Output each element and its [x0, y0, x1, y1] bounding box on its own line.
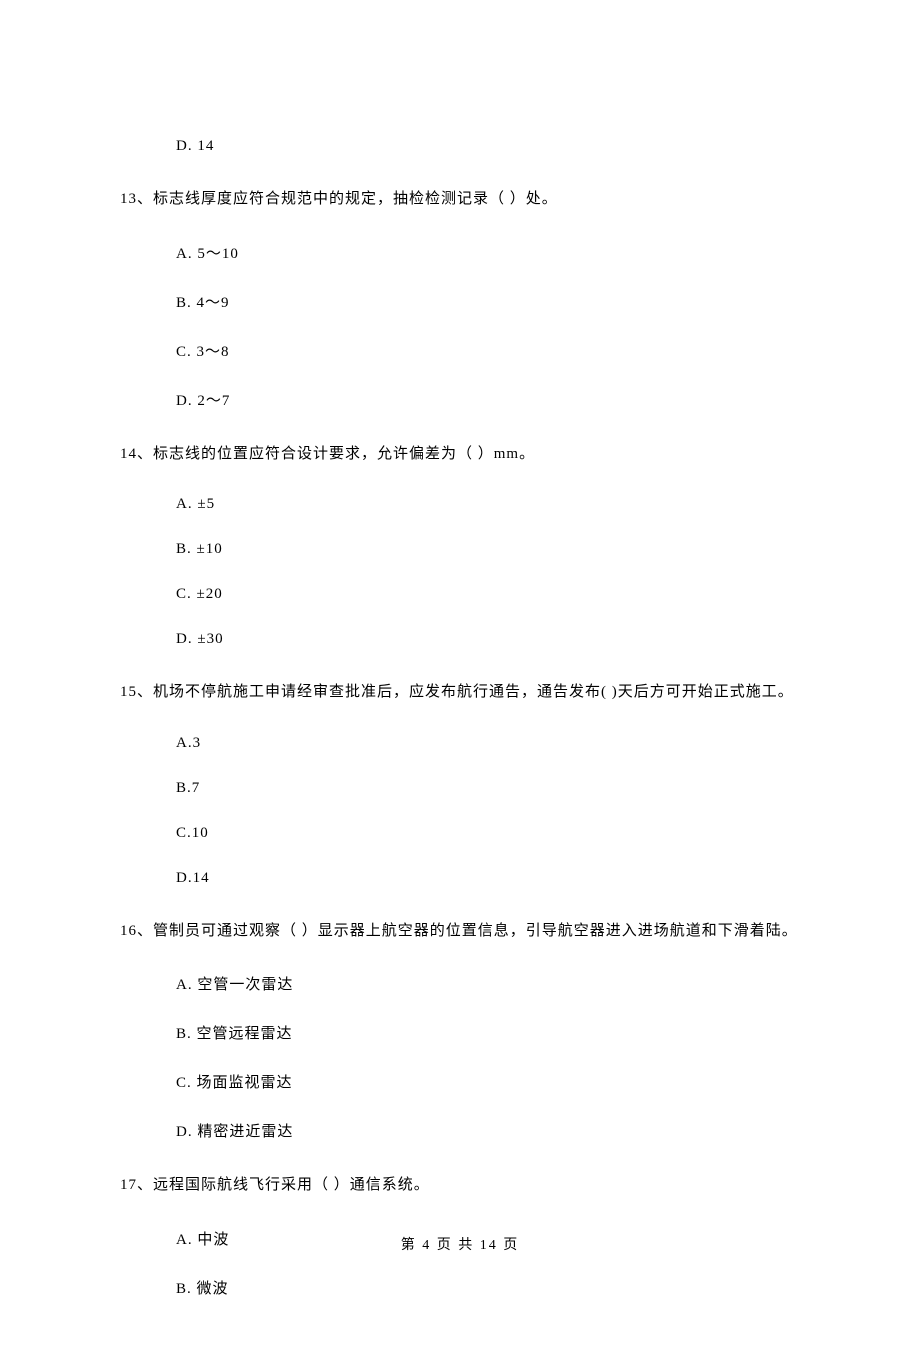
option-item: D. ±30	[176, 631, 800, 648]
option-item: D. 14	[176, 138, 800, 155]
option-item: A. 空管一次雷达	[176, 973, 800, 994]
option-item: B. 4～9	[176, 291, 800, 312]
option-item: B. 空管远程雷达	[176, 1022, 800, 1043]
option-item: B. 微波	[176, 1277, 800, 1298]
option-item: D. 精密进近雷达	[176, 1120, 800, 1141]
option-item: B. ±10	[176, 541, 800, 558]
option-item: B.7	[176, 780, 800, 797]
option-item: C. 3～8	[176, 340, 800, 361]
option-item: A. 5～10	[176, 242, 800, 263]
page-footer: 第 4 页 共 14 页	[0, 1234, 920, 1254]
option-item: C. ±20	[176, 586, 800, 603]
question-16: 16、管制员可通过观察（ ）显示器上航空器的位置信息，引导航空器进入进场航道和下…	[120, 917, 800, 946]
question-14: 14、标志线的位置应符合设计要求，允许偏差为（ ）mm。	[120, 440, 800, 469]
question-17: 17、远程国际航线飞行采用（ ）通信系统。	[120, 1171, 800, 1200]
option-item: C.10	[176, 825, 800, 842]
page-content: D. 14 13、标志线厚度应符合规范中的规定，抽检检测记录（ ）处。 A. 5…	[0, 0, 920, 1366]
question-15: 15、机场不停航施工申请经审查批准后，应发布航行通告，通告发布( )天后方可开始…	[120, 678, 800, 707]
option-item: C. 场面监视雷达	[176, 1071, 800, 1092]
option-item: A.3	[176, 735, 800, 752]
option-item: A. ±5	[176, 496, 800, 513]
question-13: 13、标志线厚度应符合规范中的规定，抽检检测记录（ ）处。	[120, 185, 800, 214]
option-item: D. 2～7	[176, 389, 800, 410]
option-item: D.14	[176, 870, 800, 887]
